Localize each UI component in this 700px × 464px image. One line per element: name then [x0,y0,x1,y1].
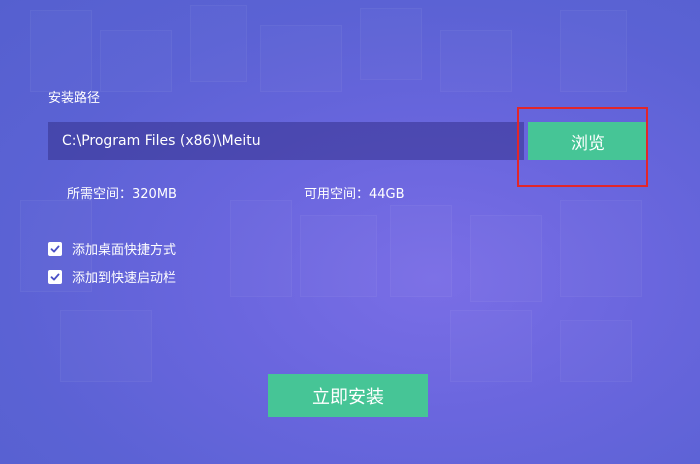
space-required-text: 所需空间：320MB [67,187,177,202]
browse-button[interactable]: 浏览 [528,122,648,160]
option-quick-launch[interactable]: 添加到快速启动栏 [48,267,176,286]
option-desktop-shortcut[interactable]: 添加桌面快捷方式 [48,239,176,258]
install-path-label: 安装路径 [48,91,101,106]
desktop-shortcut-label: 添加桌面快捷方式 [72,243,177,258]
install-now-button[interactable]: 立即安装 [268,374,428,417]
checkmark-icon [50,245,60,252]
desktop-shortcut-checkbox[interactable] [48,241,62,256]
checkmark-icon [50,273,60,280]
quick-launch-checkbox[interactable] [48,269,62,284]
space-available-text: 可用空间：44GB [304,187,405,202]
quick-launch-label: 添加到快速启动栏 [72,271,177,286]
install-path-input[interactable] [48,122,524,160]
